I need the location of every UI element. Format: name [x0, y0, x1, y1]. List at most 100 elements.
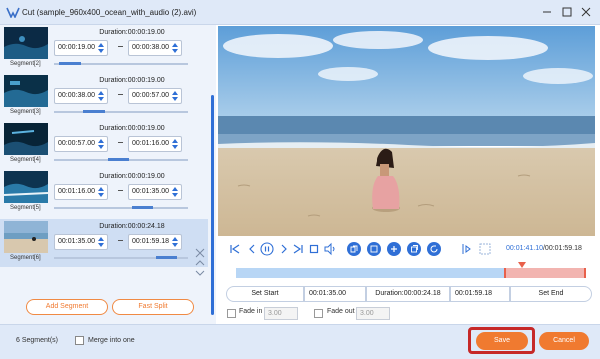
segment-label: Segment[6]	[10, 255, 41, 261]
segment-position-bar	[54, 62, 188, 65]
segment-duration: Duration:00:00:19.00	[99, 173, 165, 180]
previous-frame-icon[interactable]	[245, 242, 259, 256]
segment-position-bar	[54, 158, 188, 161]
trim-end-input[interactable]: 00:01:59.18	[450, 286, 510, 302]
segment-duration: Duration:00:00:19.00	[99, 125, 165, 132]
fast-split-button[interactable]: Fast Split	[112, 299, 194, 315]
video-preview	[218, 26, 595, 236]
fade-in-checkbox[interactable]	[227, 309, 236, 318]
time-display: 00:01:41.10/00:01:59.18	[506, 245, 582, 252]
segment-row[interactable]: Segment[5] Duration:00:00:19.00 00:01:16…	[0, 169, 208, 217]
maximize-icon[interactable]	[561, 6, 573, 18]
merge-checkbox[interactable]	[75, 336, 84, 345]
spin-arrows-icon[interactable]	[98, 236, 104, 248]
set-start-button[interactable]: Set Start	[226, 286, 304, 302]
segment-thumbnail	[4, 75, 48, 107]
segments-panel: Segment[2] Duration:00:00:19.00 00:00:19…	[0, 25, 216, 325]
fade-in-label: Fade in	[239, 308, 263, 315]
segment-label: Segment[5]	[10, 205, 41, 211]
go-to-start-icon[interactable]	[228, 242, 242, 256]
segment-end-input[interactable]: 00:01:16.00	[128, 136, 182, 152]
jump-end-icon[interactable]	[478, 242, 492, 256]
segment-thumbnail	[4, 123, 48, 155]
close-icon[interactable]	[580, 6, 592, 18]
segment-end-input[interactable]: 00:01:35.00	[128, 184, 182, 200]
timeline-selection[interactable]	[504, 268, 586, 278]
reset-icon[interactable]	[427, 242, 441, 256]
range-dash	[118, 46, 123, 47]
segment-label: Segment[4]	[10, 157, 41, 163]
cancel-button[interactable]: Cancel	[539, 332, 589, 350]
playhead-marker-icon[interactable]	[518, 262, 526, 268]
add-icon[interactable]	[387, 242, 401, 256]
segment-position-fill	[59, 62, 81, 65]
segment-row[interactable]: Segment[3] Duration:00:00:19.00 00:00:38…	[0, 73, 208, 121]
set-end-button[interactable]: Set End	[510, 286, 592, 302]
trim-start-input[interactable]: 00:01:35.00	[304, 286, 366, 302]
segment-end-input[interactable]: 00:00:38.00	[128, 40, 182, 56]
spin-arrows-icon[interactable]	[172, 138, 178, 150]
add-segment-button[interactable]: Add Segment	[26, 299, 108, 315]
range-dash	[118, 94, 123, 95]
spin-arrows-icon[interactable]	[172, 186, 178, 198]
fade-out-checkbox[interactable]	[314, 309, 323, 318]
segment-start-input[interactable]: 00:01:35.00	[54, 234, 108, 250]
split-icon[interactable]	[367, 242, 381, 256]
segment-row[interactable]: Segment[4] Duration:00:00:19.00 00:00:57…	[0, 121, 208, 169]
segment-actions-icon[interactable]	[194, 247, 206, 287]
app-logo-icon	[6, 7, 20, 18]
segments-scrollbar[interactable]	[211, 95, 214, 315]
segment-row-selected[interactable]: Segment[6] Duration:00:00:24.18 00:01:35…	[0, 219, 208, 267]
segment-thumbnail	[4, 221, 48, 253]
next-frame-icon[interactable]	[277, 242, 291, 256]
current-time: 00:01:41.10	[506, 245, 543, 252]
segment-position-fill	[131, 206, 154, 209]
segment-start-input[interactable]: 00:00:19.00	[54, 40, 108, 56]
spin-arrows-icon[interactable]	[172, 236, 178, 248]
copy-segment-icon[interactable]	[347, 242, 361, 256]
range-dash	[118, 190, 123, 191]
segment-start-input[interactable]: 00:00:38.00	[54, 88, 108, 104]
segment-start-input[interactable]: 00:01:16.00	[54, 184, 108, 200]
spin-arrows-icon[interactable]	[98, 42, 104, 54]
window-title: Cut (sample_960x400_ocean_with_audio (2)…	[22, 8, 197, 17]
segment-position-fill	[155, 256, 178, 259]
segment-end-input[interactable]: 00:01:59.18	[128, 234, 182, 250]
segment-position-bar	[54, 206, 188, 209]
segment-position-bar	[54, 110, 188, 113]
segment-duration: Duration:00:00:19.00	[99, 29, 165, 36]
segment-start-input[interactable]: 00:00:57.00	[54, 136, 108, 152]
spin-arrows-icon[interactable]	[172, 90, 178, 102]
playback-controls: 00:01:41.10/00:01:59.18	[218, 236, 595, 264]
timeline-track[interactable]	[236, 268, 586, 278]
save-button[interactable]: Save	[476, 332, 528, 350]
segment-label: Segment[2]	[10, 61, 41, 67]
pause-icon[interactable]	[260, 242, 274, 256]
jump-start-icon[interactable]	[460, 242, 474, 256]
spin-arrows-icon[interactable]	[98, 186, 104, 198]
merge-label: Merge into one	[88, 337, 135, 344]
spin-arrows-icon[interactable]	[172, 42, 178, 54]
segment-thumbnail	[4, 27, 48, 59]
segment-position-bar	[54, 256, 188, 259]
segment-end-input[interactable]: 00:00:57.00	[128, 88, 182, 104]
segment-position-fill	[107, 158, 130, 161]
fade-in-value[interactable]: 3.00	[264, 307, 298, 320]
total-time: /00:01:59.18	[542, 245, 582, 252]
volume-icon[interactable]	[323, 242, 337, 256]
segment-position-fill	[83, 110, 105, 113]
spin-arrows-icon[interactable]	[98, 138, 104, 150]
segment-row[interactable]: Segment[2] Duration:00:00:19.00 00:00:19…	[0, 25, 208, 73]
go-to-end-icon[interactable]	[291, 242, 305, 256]
duplicate-icon[interactable]	[407, 242, 421, 256]
segment-thumbnail	[4, 171, 48, 203]
segment-duration: Duration:00:00:24.18	[99, 223, 165, 230]
segment-duration: Duration:00:00:19.00	[99, 77, 165, 84]
segment-label: Segment[3]	[10, 109, 41, 115]
fade-out-label: Fade out	[327, 308, 355, 315]
trim-duration: Duration:00:00:24.18	[366, 286, 450, 302]
minimize-icon[interactable]	[541, 6, 553, 18]
fade-out-value[interactable]: 3.00	[356, 307, 390, 320]
stop-icon[interactable]	[307, 242, 321, 256]
spin-arrows-icon[interactable]	[98, 90, 104, 102]
